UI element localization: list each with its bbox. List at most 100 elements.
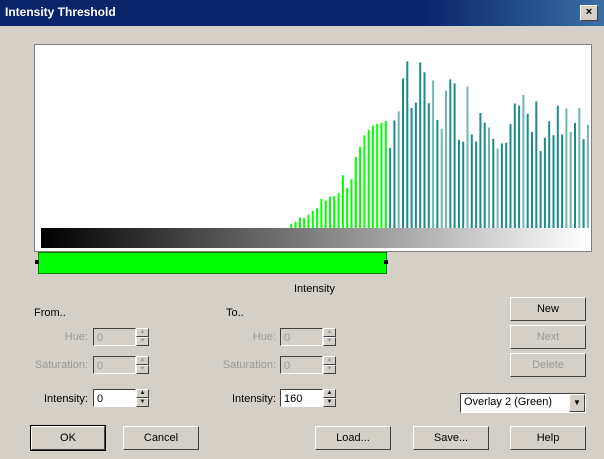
from-hue-spinner[interactable]: 0 ▲ ▼ — [93, 328, 149, 348]
spin-down-icon[interactable]: ▼ — [136, 337, 149, 346]
histogram-bar — [311, 210, 314, 228]
histogram-bar — [346, 187, 349, 228]
histogram-bar — [475, 141, 478, 228]
close-icon: × — [585, 6, 593, 18]
save-button[interactable]: Save... — [413, 426, 489, 450]
load-button[interactable]: Load... — [315, 426, 391, 450]
histogram-bar — [359, 146, 362, 228]
histogram-bar — [337, 192, 340, 228]
histogram-bar — [574, 122, 576, 228]
to-saturation-field[interactable]: 0 — [280, 356, 323, 374]
histogram-bar — [556, 105, 559, 228]
to-group-label: To.. — [226, 307, 244, 319]
from-intensity-label: Intensity: — [43, 393, 88, 405]
from-hue-field[interactable]: 0 — [93, 328, 136, 346]
histogram-bar — [333, 196, 336, 228]
spin-up-icon[interactable]: ▲ — [136, 389, 149, 398]
histogram-bar — [488, 127, 490, 228]
from-saturation-spinner[interactable]: 0 ▲ ▼ — [93, 356, 149, 376]
to-saturation-spinner[interactable]: 0 ▲ ▼ — [280, 356, 336, 376]
from-saturation-label: Saturation: — [34, 359, 88, 371]
chevron-down-icon[interactable]: ▼ — [569, 394, 585, 412]
histogram-bar — [397, 111, 400, 228]
threshold-range-bar[interactable] — [38, 252, 387, 274]
histogram-bar — [492, 138, 495, 228]
histogram-bar — [363, 135, 366, 228]
histogram-bar — [341, 175, 344, 228]
histogram-bar — [543, 137, 546, 228]
to-intensity-spinner[interactable]: 160 ▲ ▼ — [280, 389, 336, 409]
histogram-bar — [586, 124, 589, 228]
histogram-bar — [445, 90, 447, 228]
new-button[interactable]: New — [510, 297, 586, 321]
next-button[interactable]: Next — [510, 325, 586, 349]
histogram-bar — [320, 198, 323, 228]
histogram-bar — [561, 134, 564, 228]
histogram-bar — [505, 142, 508, 228]
spin-up-icon[interactable]: ▲ — [136, 356, 149, 365]
histogram-bar — [303, 218, 306, 228]
histogram-bar — [294, 221, 297, 228]
range-end-handle[interactable] — [384, 260, 388, 264]
from-hue-label: Hue: — [64, 331, 88, 343]
from-saturation-field[interactable]: 0 — [93, 356, 136, 374]
histogram-bar — [384, 120, 387, 228]
histogram-bar — [380, 122, 383, 228]
to-intensity-field[interactable]: 160 — [280, 389, 323, 407]
histogram-bar — [539, 151, 542, 228]
range-start-handle[interactable] — [35, 260, 39, 264]
histogram-bar — [354, 156, 357, 228]
histogram-bar — [496, 148, 499, 228]
histogram-bar — [548, 121, 551, 228]
histogram-bar — [419, 62, 422, 229]
histogram-bar — [427, 103, 430, 228]
close-button[interactable]: × — [580, 5, 598, 21]
histogram-bar — [393, 120, 396, 228]
spin-down-icon[interactable]: ▼ — [323, 365, 336, 374]
histogram-bar — [453, 83, 456, 228]
histogram-bar — [500, 143, 503, 228]
histogram-bar — [565, 108, 568, 228]
to-hue-field[interactable]: 0 — [280, 328, 323, 346]
from-intensity-spinner[interactable]: 0 ▲ ▼ — [93, 389, 149, 409]
delete-button[interactable]: Delete — [510, 353, 586, 377]
overlay-select-value: Overlay 2 (Green) — [464, 396, 553, 408]
ok-button[interactable]: OK — [30, 425, 106, 451]
spin-down-icon[interactable]: ▼ — [136, 398, 149, 407]
histogram-bar — [466, 86, 469, 228]
spin-up-icon[interactable]: ▲ — [136, 328, 149, 337]
histogram-bar — [367, 129, 370, 228]
window-title: Intensity Threshold — [5, 5, 116, 19]
histogram-bar — [432, 80, 435, 229]
histogram-bar — [531, 131, 533, 228]
histogram-bar — [513, 103, 516, 228]
spin-up-icon[interactable]: ▲ — [323, 389, 336, 398]
to-hue-label: Hue: — [252, 331, 276, 343]
histogram-bar — [290, 223, 293, 228]
histogram-bar — [552, 135, 555, 228]
to-hue-spinner[interactable]: 0 ▲ ▼ — [280, 328, 336, 348]
spin-down-icon[interactable]: ▼ — [323, 398, 336, 407]
histogram-bar — [449, 79, 452, 229]
histogram-bar — [329, 196, 331, 228]
spin-down-icon[interactable]: ▼ — [136, 365, 149, 374]
from-intensity-field[interactable]: 0 — [93, 389, 136, 407]
histogram-bar — [371, 125, 374, 228]
histogram-bar — [526, 113, 529, 228]
overlay-select[interactable]: Overlay 2 (Green) ▼ — [460, 393, 586, 413]
cancel-button[interactable]: Cancel — [123, 426, 199, 450]
histogram-bar — [298, 217, 301, 228]
histogram-bar — [569, 131, 572, 228]
histogram-bar — [522, 94, 525, 229]
spin-up-icon[interactable]: ▲ — [323, 356, 336, 365]
help-button[interactable]: Help — [510, 426, 586, 450]
histogram-bar — [483, 122, 486, 228]
spin-down-icon[interactable]: ▼ — [323, 337, 336, 346]
histogram-bar — [389, 148, 392, 228]
intensity-gradient-bar — [41, 228, 589, 248]
histogram-bar — [423, 72, 426, 228]
histogram-chart — [41, 61, 589, 248]
histogram-bar — [509, 124, 512, 228]
histogram-bar — [457, 139, 460, 228]
spin-up-icon[interactable]: ▲ — [323, 328, 336, 337]
